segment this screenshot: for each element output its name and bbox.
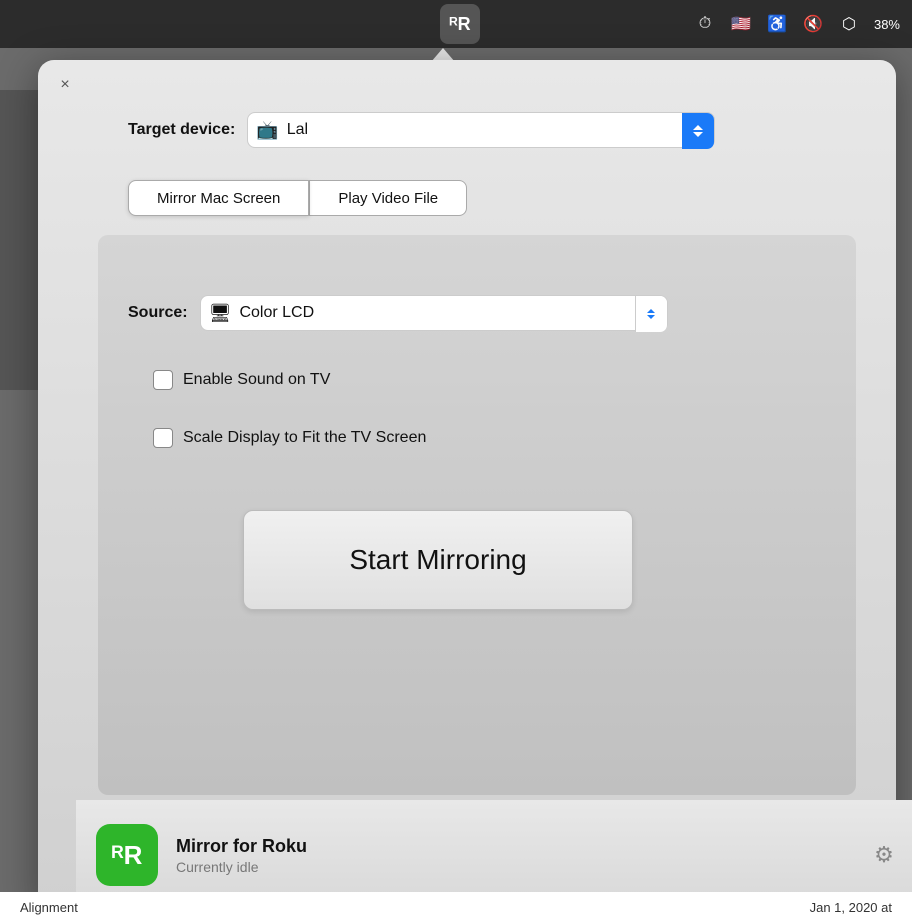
source-label: Source: bbox=[128, 304, 188, 322]
tv-icon: 📺 bbox=[256, 120, 278, 141]
gear-icon[interactable]: ⚙ bbox=[870, 841, 898, 869]
arrow-down-icon bbox=[693, 132, 703, 137]
alignment-label: Alignment bbox=[20, 900, 78, 915]
close-icon: × bbox=[60, 76, 69, 94]
time-machine-icon[interactable]: ⏱ bbox=[694, 13, 716, 35]
scale-display-checkbox[interactable] bbox=[153, 428, 173, 448]
tab-play-video[interactable]: Play Video File bbox=[309, 180, 467, 216]
bluetooth-icon[interactable]: ⬡ bbox=[838, 13, 860, 35]
battery-level: 38% bbox=[874, 17, 900, 32]
source-row: Source: 🖥 Color LCD bbox=[128, 295, 668, 331]
scale-display-label: Scale Display to Fit the TV Screen bbox=[183, 429, 426, 447]
app-name: Mirror for Roku bbox=[176, 836, 852, 857]
background-bottom-bar: Alignment Jan 1, 2020 at bbox=[0, 892, 912, 922]
accessibility-icon[interactable]: ♿ bbox=[766, 13, 788, 35]
enable-sound-checkbox[interactable] bbox=[153, 370, 173, 390]
flag-icon[interactable]: 🇺🇸 bbox=[730, 13, 752, 35]
mute-icon[interactable]: 🔇 bbox=[802, 13, 824, 35]
source-arrow-down-icon bbox=[647, 315, 655, 319]
arrow-up-icon bbox=[693, 125, 703, 130]
close-button[interactable]: × bbox=[54, 74, 76, 96]
scale-display-row: Scale Display to Fit the TV Screen bbox=[153, 428, 426, 448]
bg-sidebar bbox=[0, 90, 40, 390]
source-select-arrows bbox=[635, 296, 667, 332]
app-icon: ᴿR bbox=[96, 824, 158, 886]
rr-logo-icon: ᴿR bbox=[449, 14, 470, 35]
app-menu-icon[interactable]: ᴿR bbox=[440, 4, 480, 44]
app-status: Currently idle bbox=[176, 859, 852, 875]
start-mirroring-label: Start Mirroring bbox=[349, 544, 526, 576]
monitor-icon: 🖥 bbox=[209, 303, 232, 324]
source-arrow-up-icon bbox=[647, 309, 655, 313]
target-device-value: Lal bbox=[287, 121, 308, 139]
enable-sound-label: Enable Sound on TV bbox=[183, 371, 330, 389]
app-info: Mirror for Roku Currently idle bbox=[176, 836, 852, 875]
app-icon-logo: ᴿR bbox=[112, 840, 143, 871]
tab-play-video-label: Play Video File bbox=[338, 190, 438, 207]
start-mirroring-button[interactable]: Start Mirroring bbox=[243, 510, 633, 610]
target-device-row: Target device: 📺 Lal bbox=[128, 112, 715, 148]
tab-mirror-mac-label: Mirror Mac Screen bbox=[157, 190, 280, 207]
target-device-label: Target device: bbox=[128, 121, 235, 139]
enable-sound-row: Enable Sound on TV bbox=[153, 370, 330, 390]
tab-mirror-mac[interactable]: Mirror Mac Screen bbox=[128, 180, 309, 216]
tab-row: Mirror Mac Screen Play Video File bbox=[128, 180, 467, 216]
date-label: Jan 1, 2020 at bbox=[810, 900, 892, 915]
device-select-arrows bbox=[682, 113, 714, 149]
source-value: Color LCD bbox=[239, 304, 314, 322]
main-popup: × Target device: 📺 Lal Mirror Mac Screen… bbox=[38, 60, 896, 910]
menubar: ᴿR ⏱ 🇺🇸 ♿ 🔇 ⬡ 38% bbox=[0, 0, 912, 48]
target-device-select[interactable]: 📺 Lal bbox=[247, 112, 715, 148]
source-select[interactable]: 🖥 Color LCD bbox=[200, 295, 668, 331]
